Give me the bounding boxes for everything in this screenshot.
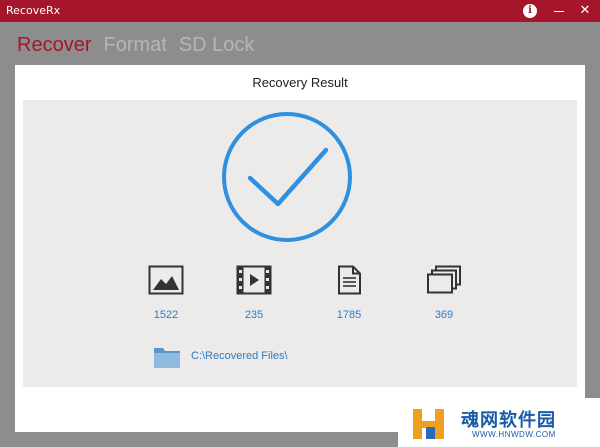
- stat-documents: 1785: [319, 265, 379, 321]
- video-count: 235: [244, 309, 264, 321]
- title-bar: RecoveRx i ✕: [0, 0, 600, 22]
- watermark-text: 魂网软件园: [461, 410, 556, 431]
- photo-count: 1522: [153, 309, 179, 321]
- stack-icon: [427, 265, 461, 294]
- document-count: 1785: [336, 309, 362, 321]
- document-icon: [338, 265, 361, 295]
- output-path[interactable]: C:\Recovered Files\: [191, 350, 288, 362]
- app-title: RecoveRx: [6, 4, 61, 17]
- nav-format[interactable]: Format: [103, 31, 166, 59]
- stat-others: 369: [414, 265, 474, 321]
- image-icon: [148, 265, 184, 295]
- stat-photos: 1522: [136, 265, 196, 321]
- info-icon: i: [523, 4, 537, 18]
- folder-icon: [154, 348, 180, 368]
- minimize-icon: [554, 11, 564, 12]
- result-panel: Recovery Result 1522 235 1785 369 C:\Rec…: [15, 65, 585, 432]
- watermark: 魂网软件园 WWW.HNWDW.COM: [398, 398, 600, 447]
- close-button[interactable]: ✕: [577, 3, 593, 19]
- result-area: 1522 235 1785 369 C:\Recovered Files\: [23, 100, 577, 387]
- watermark-logo-icon: [413, 409, 444, 439]
- nav-sd-lock[interactable]: SD Lock: [179, 31, 255, 59]
- checkmark-circle-icon: [220, 110, 354, 244]
- info-button[interactable]: i: [522, 3, 538, 19]
- watermark-url: WWW.HNWDW.COM: [472, 430, 556, 439]
- stat-videos: 235: [224, 265, 284, 321]
- main-nav: Recover Format SD Lock: [17, 31, 254, 59]
- other-count: 369: [434, 309, 454, 321]
- nav-recover[interactable]: Recover: [17, 31, 91, 59]
- minimize-button[interactable]: [551, 3, 567, 19]
- video-icon: [236, 265, 272, 295]
- panel-title: Recovery Result: [252, 75, 348, 90]
